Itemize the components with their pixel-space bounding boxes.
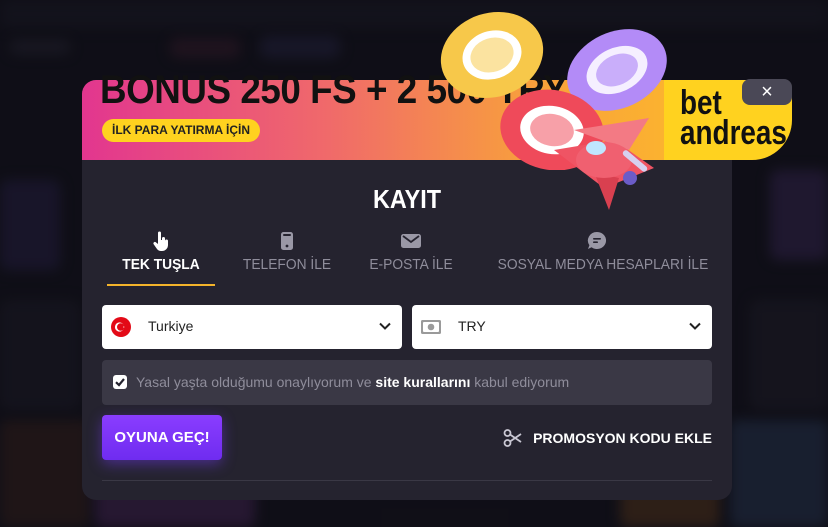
banknote-icon	[421, 320, 441, 334]
add-promo-code-button[interactable]: PROMOSYON KODU EKLE	[503, 427, 712, 449]
chevron-down-icon	[379, 322, 391, 330]
terms-checkbox[interactable]	[113, 375, 127, 389]
tab-one-click[interactable]: TEK TUŞLA	[107, 230, 215, 286]
tab-social-media[interactable]: SOSYAL MEDYA HESAPLARI İLE	[489, 230, 709, 286]
site-rules-link[interactable]: site kurallarını	[375, 374, 470, 390]
turkey-flag-icon	[111, 317, 131, 337]
terms-prefix: Yasal yaşta olduğumu onaylıyorum ve	[136, 374, 376, 390]
divider	[102, 480, 712, 481]
promo-label: PROMOSYON KODU EKLE	[533, 430, 712, 446]
logo-line2: andreas	[680, 114, 787, 152]
terms-agreement: Yasal yaşta olduğumu onaylıyorum ve site…	[102, 360, 712, 405]
chat-bubble-icon	[587, 231, 607, 249]
tab-label: TEK TUŞLA	[122, 256, 200, 273]
currency-select[interactable]: TRY	[412, 305, 712, 349]
bonus-title: BONUS 250 FS + 2 500 TRY	[100, 68, 568, 112]
bonus-subtitle: İLK PARA YATIRMA İÇİN	[102, 119, 261, 142]
close-button[interactable]: ×	[742, 79, 792, 105]
registration-modal: BONUS 250 FS + 2 500 TRY İLK PARA YATIRM…	[82, 11, 792, 500]
country-value: Turkiye	[148, 318, 194, 334]
tab-email[interactable]: E-POSTA İLE	[363, 230, 459, 286]
terms-suffix: kabul ediyorum	[470, 374, 570, 390]
phone-icon	[281, 232, 293, 250]
scissors-icon	[503, 429, 522, 447]
registration-tabs: TEK TUŞLA TELEFON İLE E-POSTA İLE SOSYAL…	[102, 230, 712, 286]
envelope-icon	[401, 234, 421, 248]
play-now-button[interactable]: OYUNA GEÇ!	[102, 415, 222, 460]
tab-label: SOSYAL MEDYA HESAPLARI İLE	[497, 256, 709, 273]
form-title: KAYIT	[372, 184, 442, 214]
tab-label: TELEFON İLE	[242, 256, 332, 273]
terms-text: Yasal yaşta olduğumu onaylıyorum ve site…	[136, 374, 569, 390]
pointer-hand-icon	[153, 231, 168, 251]
country-select[interactable]: Turkiye	[102, 305, 402, 349]
bonus-banner: BONUS 250 FS + 2 500 TRY İLK PARA YATIRM…	[82, 11, 792, 210]
tab-label: E-POSTA İLE	[369, 256, 453, 273]
checkmark-icon	[115, 378, 125, 387]
currency-value: TRY	[458, 318, 486, 334]
chevron-down-icon	[689, 322, 701, 330]
tab-phone[interactable]: TELEFON İLE	[235, 230, 339, 286]
